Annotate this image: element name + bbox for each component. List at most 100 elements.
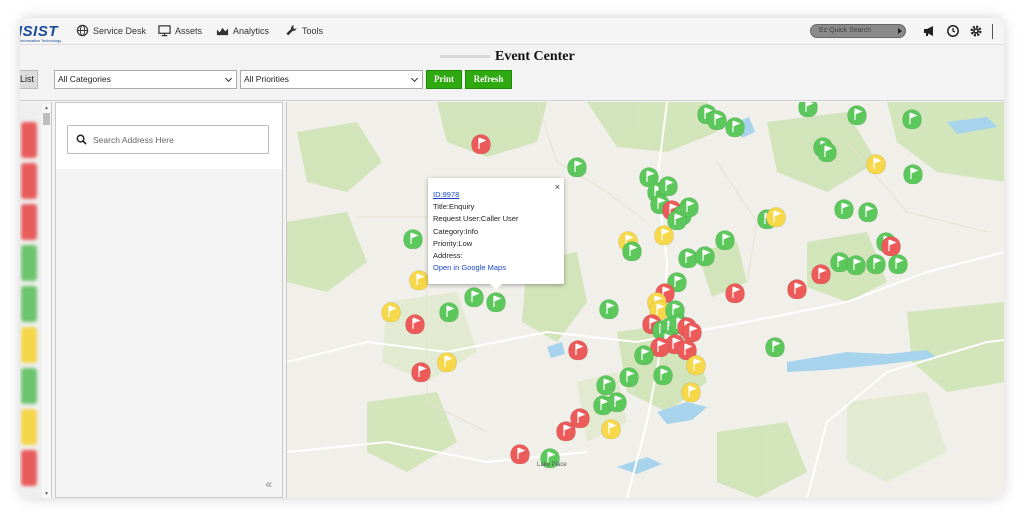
list-scrollbar[interactable]: ▲ ▼	[42, 104, 51, 498]
title-shadow	[440, 55, 490, 58]
map-marker-icon[interactable]	[817, 142, 837, 163]
map-marker-icon[interactable]	[607, 392, 627, 413]
map-marker-icon[interactable]	[866, 254, 886, 275]
map-marker-icon[interactable]	[902, 109, 922, 130]
map-marker-icon[interactable]	[847, 105, 867, 126]
panel-header: Search Address Here	[56, 103, 282, 169]
map-marker-icon[interactable]	[766, 207, 786, 228]
map-marker-icon[interactable]	[405, 314, 425, 335]
map-marker-icon[interactable]	[695, 246, 715, 267]
collapse-panel-button[interactable]: «	[265, 477, 272, 491]
map-marker-icon[interactable]	[403, 229, 423, 250]
nav-tools[interactable]: Tools	[285, 24, 323, 37]
map-marker-icon[interactable]	[464, 287, 484, 308]
event-list-item[interactable]	[21, 245, 37, 281]
city-label: Lake Place	[537, 462, 567, 468]
topbar-divider	[992, 24, 993, 39]
map-marker-icon[interactable]	[725, 117, 745, 138]
event-list-item[interactable]	[21, 122, 37, 158]
chevron-down-icon	[224, 74, 233, 83]
nav-service-desk-label: Service Desk	[93, 25, 147, 36]
map-marker-icon[interactable]	[787, 279, 807, 300]
map-marker-icon[interactable]	[510, 444, 530, 465]
gear-icon[interactable]	[969, 24, 983, 38]
map-marker-icon[interactable]	[881, 236, 901, 257]
map-marker-icon[interactable]	[715, 230, 735, 251]
map-marker-icon[interactable]	[765, 337, 785, 358]
event-id-link[interactable]: ID:9978	[433, 190, 459, 199]
event-list-item[interactable]	[21, 204, 37, 240]
map-marker-icon[interactable]	[811, 264, 831, 285]
map-marker-icon[interactable]	[679, 197, 699, 218]
open-google-maps-link[interactable]: Open in Google Maps	[433, 263, 506, 272]
list-view-button[interactable]: List	[20, 70, 38, 89]
scroll-down-icon[interactable]: ▼	[44, 491, 49, 497]
event-map[interactable]: Lake Place × ID:9978 Title:Enquiry Reque…	[286, 102, 1004, 498]
event-info-popup: × ID:9978 Title:Enquiry Request User:Cal…	[428, 178, 564, 290]
event-title: Title:Enquiry	[433, 202, 475, 212]
map-marker-icon[interactable]	[622, 241, 642, 262]
category-select[interactable]: All Categories	[54, 70, 237, 89]
priority-select[interactable]: All Priorities	[240, 70, 423, 89]
event-list-item[interactable]	[21, 450, 37, 486]
map-marker-icon[interactable]	[619, 367, 639, 388]
nav-analytics[interactable]: Analytics	[216, 24, 269, 37]
nav-assets[interactable]: Assets	[158, 24, 202, 37]
map-marker-icon[interactable]	[658, 176, 678, 197]
address-search-input[interactable]: Search Address Here	[67, 125, 269, 154]
megaphone-icon[interactable]	[922, 24, 936, 38]
map-marker-icon[interactable]	[381, 302, 401, 323]
map-marker-icon[interactable]	[568, 340, 588, 361]
map-marker-icon[interactable]	[866, 154, 886, 175]
wrench-icon	[286, 25, 297, 36]
map-marker-icon[interactable]	[596, 375, 616, 396]
list-scrollbar-thumb[interactable]	[43, 113, 50, 125]
refresh-button[interactable]: Refresh	[465, 70, 512, 89]
page-title: Event Center	[495, 49, 575, 64]
map-marker-icon[interactable]	[634, 345, 654, 366]
map-marker-icon[interactable]	[846, 255, 866, 276]
map-marker-icon[interactable]	[599, 299, 619, 320]
clock-icon[interactable]	[946, 24, 960, 38]
map-marker-icon[interactable]	[707, 110, 727, 131]
map-marker-icon[interactable]	[556, 421, 576, 442]
map-marker-icon[interactable]	[411, 362, 431, 383]
close-icon[interactable]: ×	[555, 181, 560, 193]
map-marker-icon[interactable]	[654, 225, 674, 246]
map-marker-icon[interactable]	[682, 322, 702, 343]
nav-service-desk[interactable]: Service Desk	[76, 24, 146, 37]
event-list-item[interactable]	[21, 327, 37, 363]
chevron-down-icon	[410, 74, 419, 83]
event-list-item[interactable]	[21, 409, 37, 445]
map-marker-icon[interactable]	[903, 164, 923, 185]
map-marker-icon[interactable]	[409, 270, 429, 291]
category-select-value: All Categories	[58, 74, 111, 84]
priority-select-value: All Priorities	[244, 74, 289, 84]
map-marker-icon[interactable]	[888, 254, 908, 275]
event-request-user: Request User:Caller User	[433, 214, 519, 224]
map-marker-icon[interactable]	[681, 382, 701, 403]
map-marker-icon[interactable]	[798, 102, 818, 118]
event-list-item[interactable]	[21, 368, 37, 404]
event-list-item[interactable]	[21, 286, 37, 322]
scroll-up-icon[interactable]: ▲	[44, 105, 49, 111]
map-marker-icon[interactable]	[471, 134, 491, 155]
map-marker-icon[interactable]	[686, 355, 706, 376]
map-marker-icon[interactable]	[834, 199, 854, 220]
map-marker-icon[interactable]	[678, 248, 698, 269]
map-marker-icon[interactable]	[725, 283, 745, 304]
event-address: Address:	[433, 251, 463, 261]
logo-subtitle: Information Technology	[20, 38, 62, 43]
map-marker-icon[interactable]	[858, 202, 878, 223]
map-marker-icon[interactable]	[486, 292, 506, 313]
quick-search-placeholder: Ez Quick Search	[819, 27, 872, 34]
quick-search-go-icon[interactable]	[898, 28, 902, 34]
print-button[interactable]: Print	[426, 70, 462, 89]
event-list-item[interactable]	[21, 163, 37, 199]
map-marker-icon[interactable]	[439, 302, 459, 323]
quick-search-input[interactable]: Ez Quick Search	[810, 24, 906, 38]
map-marker-icon[interactable]	[437, 352, 457, 373]
map-marker-icon[interactable]	[601, 419, 621, 440]
map-marker-icon[interactable]	[653, 365, 673, 386]
map-marker-icon[interactable]	[567, 157, 587, 178]
